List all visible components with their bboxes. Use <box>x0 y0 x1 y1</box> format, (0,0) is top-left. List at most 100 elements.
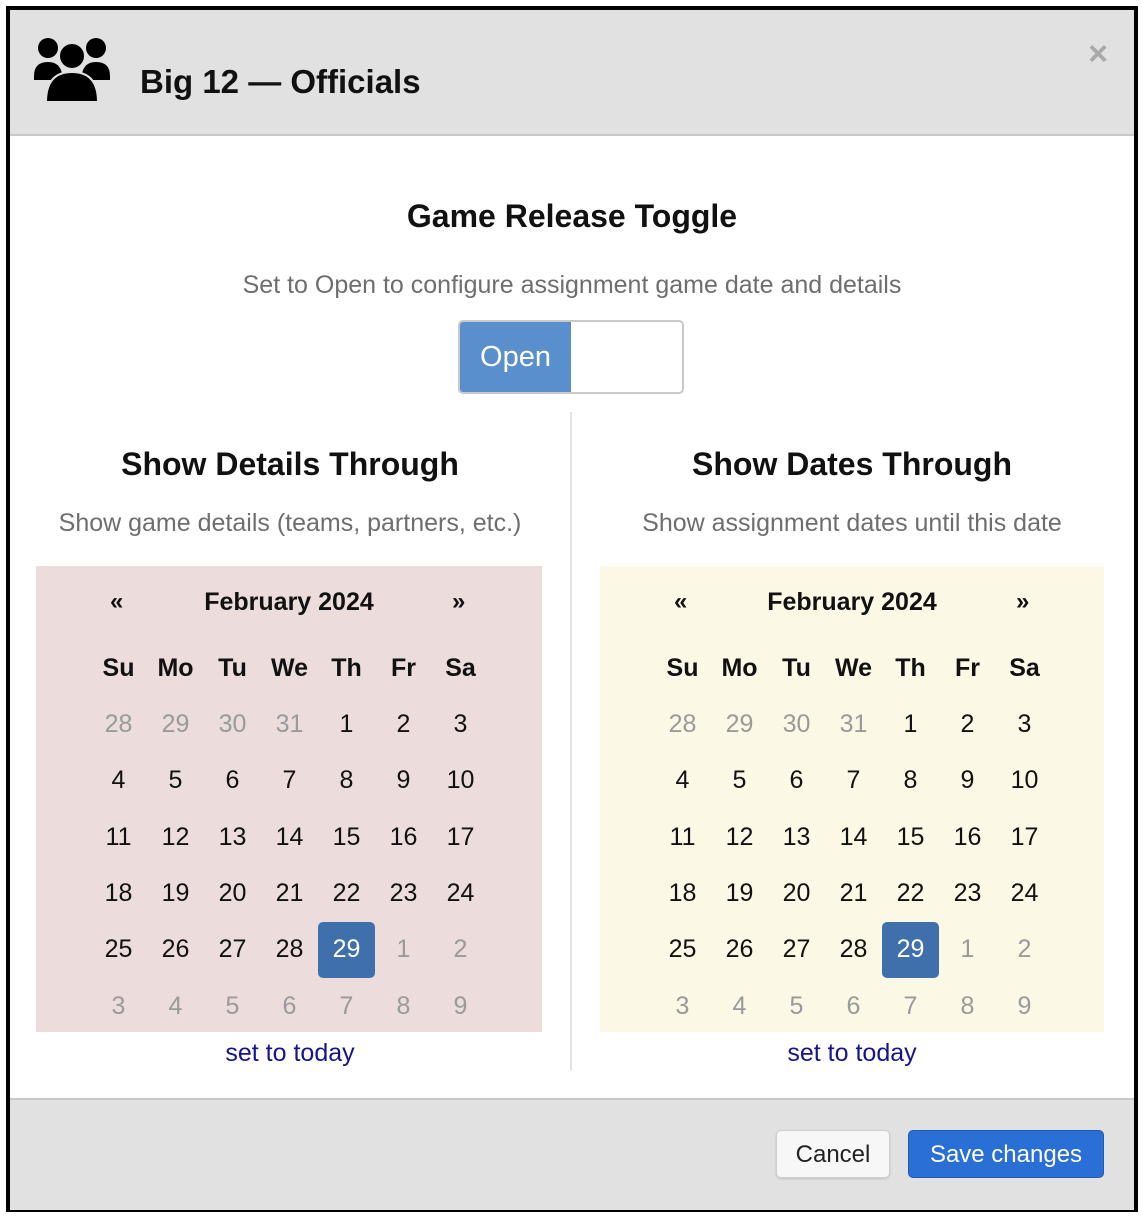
calendar-day[interactable]: 28 <box>825 922 882 978</box>
month-title[interactable]: February 2024 <box>767 588 937 616</box>
calendar-day[interactable]: 14 <box>825 809 882 865</box>
calendar-day[interactable]: 8 <box>318 753 375 809</box>
selected-day[interactable]: 29 <box>882 921 939 978</box>
calendar-day[interactable]: 22 <box>882 866 939 922</box>
calendar-day[interactable]: 23 <box>375 866 432 922</box>
calendar-day[interactable]: 4 <box>654 753 711 809</box>
calendar-day[interactable]: 1 <box>939 922 996 978</box>
calendar-day[interactable]: 3 <box>996 696 1053 752</box>
calendar-day[interactable]: 1 <box>882 696 939 752</box>
calendar-day[interactable]: 31 <box>825 696 882 752</box>
save-button[interactable]: Save changes <box>908 1130 1104 1178</box>
calendar-day[interactable]: 15 <box>318 809 375 865</box>
calendar-day[interactable]: 25 <box>90 922 147 978</box>
calendar-day[interactable]: 9 <box>996 978 1053 1034</box>
calendar-day[interactable]: 26 <box>147 922 204 978</box>
dates-subtitle: Show assignment dates until this date <box>642 509 1062 537</box>
calendar-day[interactable]: 19 <box>147 866 204 922</box>
calendar-day[interactable]: 26 <box>711 922 768 978</box>
calendar-day[interactable]: 23 <box>939 866 996 922</box>
month-title[interactable]: February 2024 <box>204 588 374 616</box>
calendar-day[interactable]: 11 <box>90 809 147 865</box>
calendar-day[interactable]: 5 <box>768 978 825 1034</box>
calendar-day[interactable]: 4 <box>711 978 768 1034</box>
calendar-day[interactable]: 11 <box>654 809 711 865</box>
release-toggle[interactable]: Open <box>458 320 684 394</box>
details-set-today-link[interactable]: set to today <box>10 1036 570 1070</box>
calendar-day[interactable]: 12 <box>147 809 204 865</box>
calendar-day[interactable]: 5 <box>204 978 261 1034</box>
calendar-day[interactable]: 2 <box>432 922 489 978</box>
calendar-day[interactable]: 21 <box>261 866 318 922</box>
calendar-day[interactable]: 28 <box>90 696 147 752</box>
close-icon[interactable]: × <box>1088 34 1108 74</box>
calendar-day[interactable]: 16 <box>375 809 432 865</box>
calendar-day[interactable]: 10 <box>996 753 1053 809</box>
calendar-day[interactable]: 6 <box>261 978 318 1034</box>
calendar-day[interactable]: 20 <box>768 866 825 922</box>
calendar-day[interactable]: 1 <box>375 922 432 978</box>
calendar-day[interactable]: 9 <box>375 753 432 809</box>
calendar-day[interactable]: 3 <box>432 696 489 752</box>
calendar-day[interactable]: 18 <box>90 866 147 922</box>
calendar-day[interactable]: 25 <box>654 922 711 978</box>
calendar-day[interactable]: 4 <box>90 753 147 809</box>
calendar-day[interactable]: 7 <box>261 753 318 809</box>
calendar-day[interactable]: 31 <box>261 696 318 752</box>
calendar-day[interactable]: 8 <box>375 978 432 1034</box>
calendar-day[interactable]: 5 <box>147 753 204 809</box>
release-subtitle: Set to Open to configure assignment game… <box>242 271 902 299</box>
calendar-day[interactable]: 8 <box>882 753 939 809</box>
calendar-day[interactable]: 2 <box>375 696 432 752</box>
cancel-button[interactable]: Cancel <box>776 1130 890 1178</box>
calendar-day[interactable]: 18 <box>654 866 711 922</box>
calendar-day[interactable]: 14 <box>261 809 318 865</box>
next-month-button[interactable]: » <box>1016 584 1029 620</box>
calendar-day[interactable]: 3 <box>654 978 711 1034</box>
calendar-day[interactable]: 13 <box>204 809 261 865</box>
dates-set-today-link[interactable]: set to today <box>572 1036 1132 1070</box>
calendar-day[interactable]: 30 <box>768 696 825 752</box>
calendar-day[interactable]: 30 <box>204 696 261 752</box>
calendar-day[interactable]: 28 <box>654 696 711 752</box>
calendar-day[interactable]: 10 <box>432 753 489 809</box>
calendar-day[interactable]: 2 <box>996 922 1053 978</box>
calendar-day[interactable]: 24 <box>996 866 1053 922</box>
calendar-day[interactable]: 1 <box>318 696 375 752</box>
calendar-day[interactable]: 19 <box>711 866 768 922</box>
calendar-day[interactable]: 5 <box>711 753 768 809</box>
calendar-day[interactable]: 17 <box>996 809 1053 865</box>
calendar-day[interactable]: 6 <box>825 978 882 1034</box>
calendar-day[interactable]: 16 <box>939 809 996 865</box>
calendar-day[interactable]: 6 <box>204 753 261 809</box>
calendar-day[interactable]: 12 <box>711 809 768 865</box>
calendar-day[interactable]: 27 <box>204 922 261 978</box>
prev-month-button[interactable]: « <box>110 584 123 620</box>
calendar-day[interactable]: 7 <box>825 753 882 809</box>
calendar-day[interactable]: 2 <box>939 696 996 752</box>
calendar-day[interactable]: 24 <box>432 866 489 922</box>
calendar-day[interactable]: 22 <box>318 866 375 922</box>
calendar-day[interactable]: 6 <box>768 753 825 809</box>
calendar-day[interactable]: 29 <box>147 696 204 752</box>
prev-month-button[interactable]: « <box>674 584 687 620</box>
calendar-day[interactable]: 9 <box>939 753 996 809</box>
calendar-day[interactable]: 27 <box>768 922 825 978</box>
calendar-day[interactable]: 9 <box>432 978 489 1034</box>
next-month-button[interactable]: » <box>452 584 465 620</box>
calendar-day[interactable]: 29 <box>711 696 768 752</box>
calendar-day[interactable]: 3 <box>90 978 147 1034</box>
calendar-day[interactable]: 13 <box>768 809 825 865</box>
calendar-day[interactable]: 28 <box>261 922 318 978</box>
week-row: 4 5 6 7 8 9 10 <box>90 753 489 809</box>
calendar-day[interactable]: 20 <box>204 866 261 922</box>
calendar-day[interactable]: 15 <box>882 809 939 865</box>
calendar-day[interactable]: 7 <box>882 978 939 1034</box>
calendar-day[interactable]: 7 <box>318 978 375 1034</box>
selected-day[interactable]: 29 <box>318 921 375 978</box>
calendar-day[interactable]: 4 <box>147 978 204 1034</box>
calendar-day[interactable]: 21 <box>825 866 882 922</box>
calendar-day[interactable]: 8 <box>939 978 996 1034</box>
calendar-day[interactable]: 17 <box>432 809 489 865</box>
weekday-label: Fr <box>391 653 416 682</box>
